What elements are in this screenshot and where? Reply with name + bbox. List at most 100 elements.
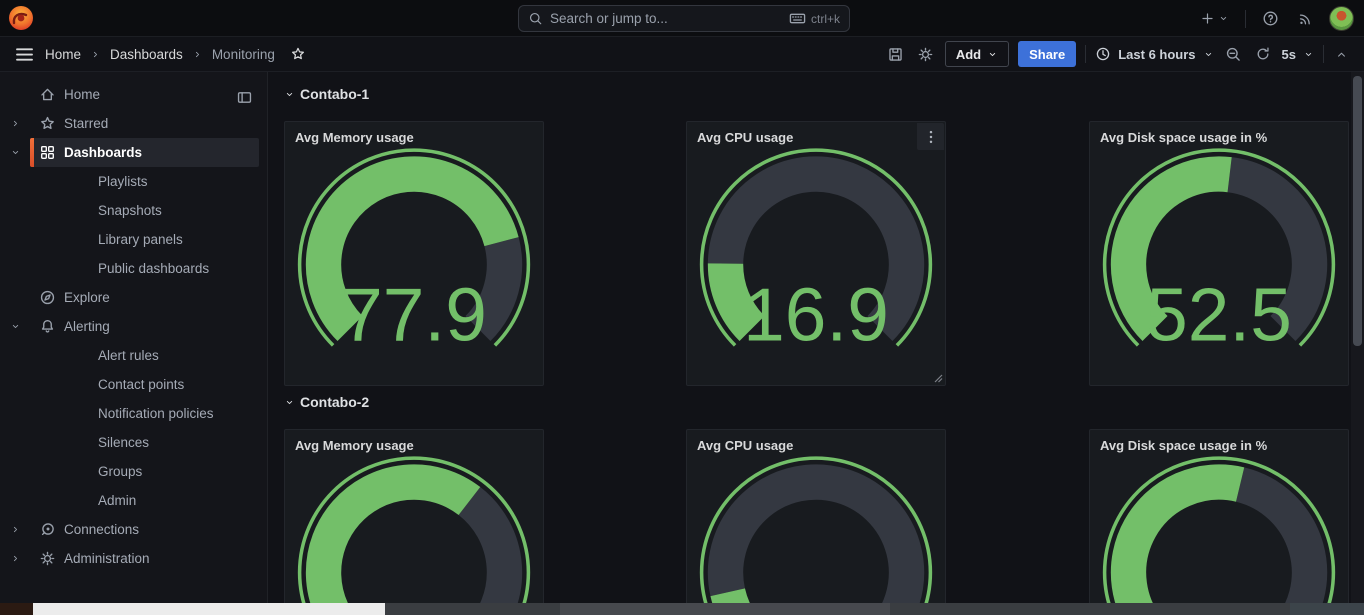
panel-disk-contabo-2[interactable]: Avg Disk space usage in % [1089,429,1349,615]
memory-gauge [289,455,539,615]
news-button[interactable] [1295,9,1315,29]
vertical-scrollbar-thumb[interactable] [1353,76,1362,346]
add-panel-button[interactable]: Add [945,41,1009,67]
refresh-interval-picker[interactable]: 5s [1282,47,1314,62]
svg-text:16.9: 16.9 [743,272,889,355]
resize-handle[interactable] [934,374,943,383]
sidebar-item-connections[interactable]: Connections [0,515,267,544]
sidebar-item-dashboards[interactable]: Dashboards [0,138,267,167]
breadcrumb-current[interactable]: Monitoring [212,47,275,62]
sidebar-item-silences[interactable]: Silences [0,428,267,457]
panel-title[interactable]: Avg Memory usage [285,122,543,147]
bell-icon [39,318,56,335]
sidebar-item-home[interactable]: Home [0,80,267,109]
star-icon [290,46,306,62]
sidebar-item-alert-rules[interactable]: Alert rules [0,341,267,370]
search-input[interactable]: Search or jump to... ctrl+k [518,5,850,32]
sidebar-item-playlists[interactable]: Playlists [0,167,267,196]
zoom-out-button[interactable] [1223,44,1244,65]
mega-menu-button[interactable] [13,45,36,64]
svg-text:52.5: 52.5 [1146,272,1292,355]
top-bar: Search or jump to... ctrl+k [0,0,1364,37]
new-button[interactable] [1198,9,1231,28]
breadcrumb: Home Dashboards Monitoring [0,44,308,64]
favorite-button[interactable] [288,44,308,64]
disk-gauge [1094,455,1344,615]
grafana-app: Search or jump to... ctrl+k [0,0,1364,615]
chevron-down-icon [1303,49,1314,60]
mega-menu-sidebar: Home Starred Dashboards Playlists Snapsh… [0,72,268,615]
sidebar-item-public-dashboards[interactable]: Public dashboards [0,254,267,283]
save-icon [887,46,904,63]
refresh-button[interactable] [1253,44,1273,64]
scrollbar-corner [0,603,33,615]
home-icon [39,86,56,103]
chevron-up-icon [1335,48,1348,61]
chevron-right-icon[interactable] [10,553,21,564]
clock-icon [1095,46,1111,62]
topbar-actions [1198,0,1354,37]
row-header-contabo-1[interactable]: Contabo-1 [284,86,369,102]
dashboard-settings-button[interactable] [915,44,936,65]
search-shortcut: ctrl+k [789,11,840,26]
refresh-icon [1255,46,1271,62]
panel-memory-contabo-2[interactable]: Avg Memory usage [284,429,544,615]
rss-icon [1297,11,1313,27]
chevron-down-icon [987,49,998,60]
sidebar-item-explore[interactable]: Explore [0,283,267,312]
sidebar-item-contact-points[interactable]: Contact points [0,370,267,399]
apps-icon [39,144,56,161]
chevron-right-icon [192,49,203,60]
panel-memory-contabo-1[interactable]: Avg Memory usage 77.9 [284,121,544,386]
time-range-picker[interactable]: Last 6 hours [1095,46,1213,62]
panel-menu-button[interactable] [917,123,944,150]
sidebar-item-administration[interactable]: Administration [0,544,267,573]
chevron-down-icon[interactable] [10,321,21,332]
panel-title[interactable]: Avg Memory usage [285,430,543,455]
plug-icon [39,521,56,538]
panel-disk-contabo-1[interactable]: Avg Disk space usage in % 52.5 [1089,121,1349,386]
chevron-right-icon[interactable] [10,118,21,129]
save-dashboard-button[interactable] [885,44,906,65]
dashboard-canvas: Contabo-1 Avg Memory usage 77.9 Avg CPU … [268,72,1364,615]
panel-title[interactable]: Avg Disk space usage in % [1090,122,1348,147]
panel-cpu-contabo-2[interactable]: Avg CPU usage [686,429,946,615]
user-avatar[interactable] [1329,6,1354,31]
plus-icon [1200,11,1215,26]
chevron-down-icon [284,397,295,408]
panel-cpu-contabo-1[interactable]: Avg CPU usage 16.9 [686,121,946,386]
share-button[interactable]: Share [1018,41,1076,67]
horizontal-scrollbar[interactable] [0,603,1364,615]
cpu-gauge [691,455,941,615]
sidebar-item-admin[interactable]: Admin [0,486,267,515]
gear-icon [917,46,934,63]
chevron-down-icon [1218,13,1229,24]
compass-icon [39,289,56,306]
divider [1085,45,1086,63]
help-button[interactable] [1260,8,1281,29]
sidebar-item-groups[interactable]: Groups [0,457,267,486]
sidebar-item-library-panels[interactable]: Library panels [0,225,267,254]
chevron-down-icon[interactable] [10,147,21,158]
breadcrumb-home[interactable]: Home [45,47,81,62]
kebab-menu-icon [924,129,938,145]
panel-title[interactable]: Avg Disk space usage in % [1090,430,1348,455]
sidebar-item-snapshots[interactable]: Snapshots [0,196,267,225]
search-placeholder: Search or jump to... [550,11,782,26]
chevron-right-icon[interactable] [10,524,21,535]
breadcrumb-dashboards[interactable]: Dashboards [110,47,183,62]
sidebar-item-notification-policies[interactable]: Notification policies [0,399,267,428]
chevron-down-icon [284,89,295,100]
scrollbar-segment [560,603,890,615]
zoom-out-icon [1225,46,1242,63]
row-header-contabo-2[interactable]: Contabo-2 [284,394,369,410]
sidebar-item-starred[interactable]: Starred [0,109,267,138]
collapse-toolbar-button[interactable] [1333,46,1350,63]
panel-title[interactable]: Avg CPU usage [687,430,945,455]
horizontal-scrollbar-thumb[interactable] [33,603,385,615]
grafana-logo-icon[interactable] [6,3,36,33]
panel-title[interactable]: Avg CPU usage [687,122,945,147]
chevron-down-icon [1203,49,1214,60]
sidebar-item-alerting[interactable]: Alerting [0,312,267,341]
svg-text:77.9: 77.9 [341,272,487,355]
